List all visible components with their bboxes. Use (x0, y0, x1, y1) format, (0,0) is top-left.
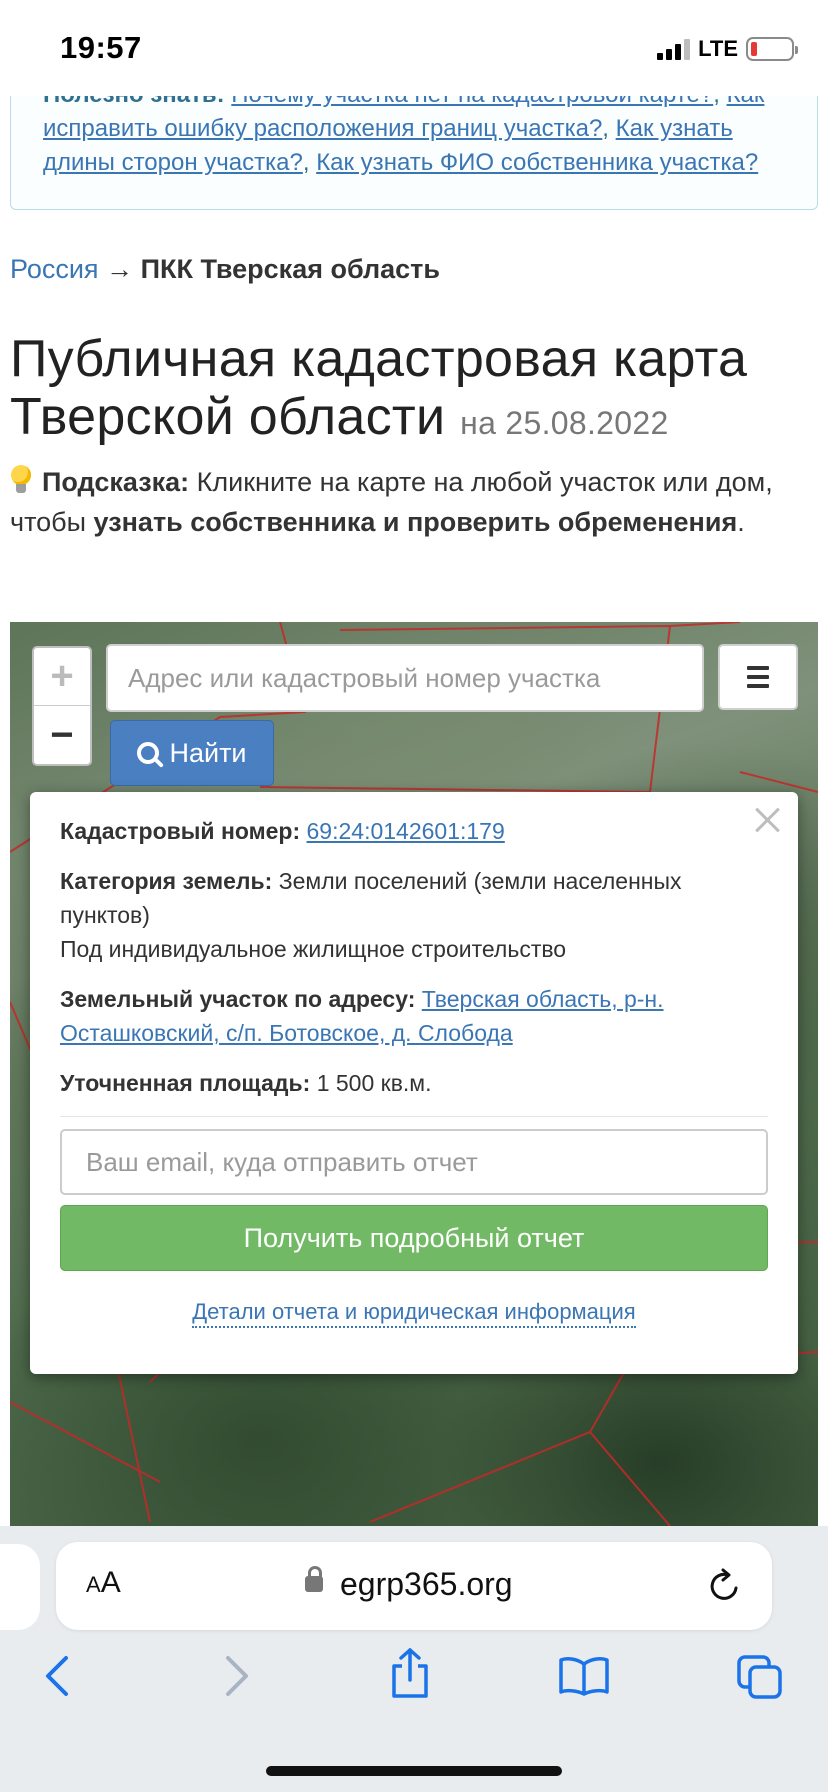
report-details-link-wrap: Детали отчета и юридическая информация (60, 1299, 768, 1328)
zoom-control: + − (32, 646, 92, 766)
address-row: Земельный участок по адресу: Тверская об… (60, 982, 768, 1050)
lock-icon (305, 1566, 323, 1592)
zoom-out-button[interactable]: − (34, 706, 90, 764)
lightbulb-icon (10, 465, 32, 495)
hint-bold-text: узнать собственника и проверить обремене… (93, 507, 738, 537)
text-size-button[interactable]: AA (86, 1566, 121, 1600)
status-indicators: LTE (657, 36, 798, 62)
hamburger-icon (747, 666, 769, 670)
page-date: на 25.08.2022 (460, 405, 669, 441)
parcel-info-popup: Кадастровый номер: 69:24:0142601:179 Кат… (30, 792, 798, 1374)
url-text: egrp365.org (340, 1566, 513, 1602)
bookmarks-icon[interactable] (558, 1656, 610, 1696)
cadastral-row: Кадастровый номер: 69:24:0142601:179 (60, 814, 768, 848)
address-bar[interactable]: AA egrp365.org (56, 1542, 772, 1630)
tabs-icon[interactable] (736, 1654, 784, 1700)
address-label: Земельный участок по адресу: (60, 986, 416, 1012)
battery-icon (746, 37, 798, 61)
area-label: Уточненная площадь: (60, 1070, 311, 1096)
back-icon[interactable] (42, 1654, 72, 1698)
get-report-button[interactable]: Получить подробный отчет (60, 1205, 768, 1271)
category-row: Категория земель: Земли поселений (земли… (60, 864, 768, 966)
map-menu-button[interactable] (718, 644, 798, 710)
cadastral-number-link[interactable]: 69:24:0142601:179 (307, 818, 505, 844)
zoom-in-button[interactable]: + (34, 648, 90, 706)
cadastral-label: Кадастровый номер: (60, 818, 301, 844)
find-button[interactable]: Найти (110, 720, 274, 786)
find-button-label: Найти (169, 737, 247, 768)
link-owner-name[interactable]: Как узнать ФИО собственника участка? (316, 149, 758, 176)
breadcrumb: Россия → ПКК Тверская область (10, 254, 440, 285)
report-details-link[interactable]: Детали отчета и юридическая информация (192, 1299, 636, 1328)
hint-end: . (737, 507, 745, 537)
area-row: Уточненная площадь: 1 500 кв.м. (60, 1066, 768, 1100)
share-icon[interactable] (388, 1648, 432, 1700)
network-type: LTE (698, 36, 738, 61)
breadcrumb-root[interactable]: Россия (10, 254, 99, 284)
email-input[interactable] (60, 1129, 768, 1195)
search-icon (137, 742, 160, 764)
forward-icon[interactable] (222, 1654, 252, 1698)
usage-value: Под индивидуальное жилищное строительств… (60, 936, 567, 962)
reload-icon[interactable] (708, 1568, 742, 1604)
status-bar: 19:57 LTE (0, 0, 828, 96)
breadcrumb-current: ПКК Тверская область (140, 254, 440, 284)
category-label: Категория земель: (60, 868, 273, 894)
breadcrumb-separator: → (106, 254, 134, 284)
close-icon[interactable] (752, 804, 782, 834)
previous-tab-peek[interactable] (0, 1544, 40, 1630)
hint: Подсказка: Кликните на карте на любой уч… (10, 462, 810, 542)
map-search-input[interactable] (106, 644, 704, 712)
page-title: Публичная кадастровая карта Тверской обл… (10, 330, 810, 452)
status-time: 19:57 (60, 30, 142, 65)
signal-icon (657, 38, 691, 60)
hint-label: Подсказка: (42, 467, 190, 497)
home-indicator[interactable] (266, 1766, 562, 1776)
area-value: 1 500 кв.м. (316, 1070, 432, 1096)
browser-nav-bar (0, 1644, 828, 1716)
divider (60, 1116, 768, 1117)
